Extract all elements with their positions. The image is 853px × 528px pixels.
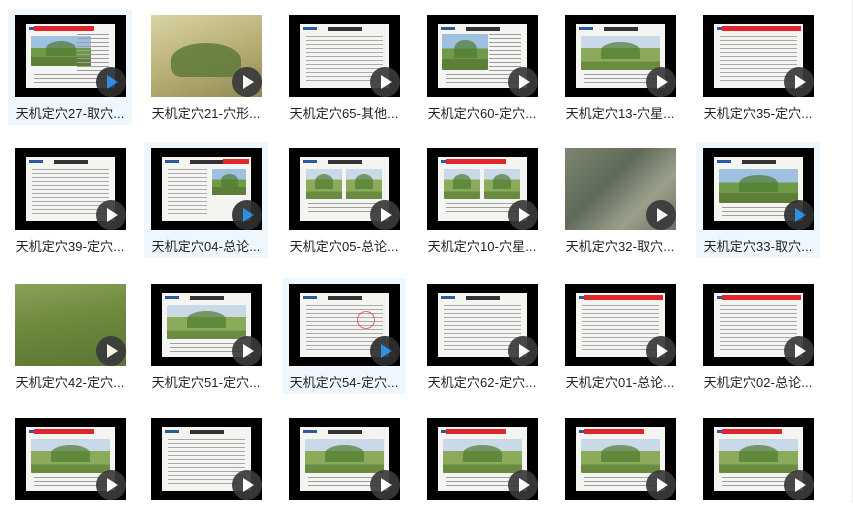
- play-icon[interactable]: [508, 470, 538, 500]
- video-thumbnail[interactable]: [289, 148, 400, 230]
- video-file-tile[interactable]: 天机定穴04-总论...: [144, 142, 268, 258]
- play-icon[interactable]: [646, 67, 676, 97]
- file-name-label: 天机定穴02-总论...: [703, 375, 813, 390]
- video-thumbnail[interactable]: [151, 418, 262, 500]
- video-file-tile[interactable]: 天机定穴32-取穴...: [558, 142, 682, 258]
- file-name-label: 天机定穴01-总论...: [565, 375, 675, 390]
- file-name-label: [698, 506, 818, 524]
- video-file-tile[interactable]: 天机定穴35-定穴...: [696, 9, 820, 125]
- file-name-label: 天机定穴62-定穴...: [427, 375, 537, 390]
- play-icon[interactable]: [232, 470, 262, 500]
- file-name-label: [560, 506, 680, 524]
- file-name-label: 天机定穴27-取穴...: [15, 106, 125, 121]
- video-file-tile[interactable]: 天机定穴39-定穴...: [8, 142, 132, 258]
- file-name-label: 天机定穴54-定穴...: [289, 375, 399, 390]
- video-file-tile[interactable]: 天机定穴21-穴形...: [144, 9, 268, 125]
- play-icon[interactable]: [646, 336, 676, 366]
- file-name-label: 天机定穴21-穴形...: [151, 106, 261, 121]
- file-name-label: [422, 506, 542, 524]
- video-thumbnail[interactable]: [151, 15, 262, 97]
- video-file-tile[interactable]: [420, 412, 544, 528]
- play-icon[interactable]: [96, 67, 126, 97]
- file-name-label: 天机定穴42-定穴...: [15, 375, 125, 390]
- video-file-tile[interactable]: [696, 412, 820, 528]
- video-file-tile[interactable]: 天机定穴51-定穴...: [144, 278, 268, 394]
- video-thumbnail[interactable]: [703, 418, 814, 500]
- video-file-tile[interactable]: 天机定穴01-总论...: [558, 278, 682, 394]
- file-name-label: 天机定穴32-取穴...: [565, 239, 675, 254]
- video-thumbnail[interactable]: [703, 15, 814, 97]
- video-thumbnail[interactable]: [703, 148, 814, 230]
- file-name-label: 天机定穴05-总论...: [289, 239, 399, 254]
- play-icon[interactable]: [232, 336, 262, 366]
- video-thumbnail[interactable]: [565, 15, 676, 97]
- video-thumbnail[interactable]: [427, 15, 538, 97]
- play-icon[interactable]: [646, 200, 676, 230]
- video-file-tile[interactable]: 天机定穴60-定穴...: [420, 9, 544, 125]
- video-file-tile[interactable]: 天机定穴02-总论...: [696, 278, 820, 394]
- video-thumbnail[interactable]: [703, 284, 814, 366]
- play-icon[interactable]: [232, 67, 262, 97]
- file-name-label: [10, 506, 130, 524]
- video-file-tile[interactable]: [8, 412, 132, 528]
- play-icon[interactable]: [96, 200, 126, 230]
- play-icon[interactable]: [370, 200, 400, 230]
- video-thumbnail[interactable]: [15, 148, 126, 230]
- video-thumbnail[interactable]: [289, 15, 400, 97]
- video-thumbnail[interactable]: [289, 284, 400, 366]
- video-thumbnail[interactable]: [427, 418, 538, 500]
- file-name-label: 天机定穴10-穴星...: [427, 239, 537, 254]
- play-icon[interactable]: [784, 200, 814, 230]
- file-name-label: 天机定穴51-定穴...: [151, 375, 261, 390]
- play-icon[interactable]: [784, 67, 814, 97]
- video-file-tile[interactable]: [144, 412, 268, 528]
- video-file-tile[interactable]: 天机定穴33-取穴...: [696, 142, 820, 258]
- file-name-label: 天机定穴65-其他...: [289, 106, 399, 121]
- video-file-tile[interactable]: [558, 412, 682, 528]
- play-icon[interactable]: [646, 470, 676, 500]
- video-thumbnail[interactable]: [427, 148, 538, 230]
- play-icon[interactable]: [232, 200, 262, 230]
- play-icon[interactable]: [508, 200, 538, 230]
- video-file-tile[interactable]: 天机定穴13-穴星...: [558, 9, 682, 125]
- file-name-label: 天机定穴39-定穴...: [15, 239, 125, 254]
- video-thumbnail[interactable]: [151, 148, 262, 230]
- video-thumbnail[interactable]: [565, 418, 676, 500]
- play-icon[interactable]: [508, 336, 538, 366]
- file-name-label: 天机定穴35-定穴...: [703, 106, 813, 121]
- file-name-label: [284, 506, 404, 524]
- video-file-tile[interactable]: 天机定穴65-其他...: [282, 9, 406, 125]
- play-icon[interactable]: [508, 67, 538, 97]
- video-file-tile[interactable]: [282, 412, 406, 528]
- video-thumbnail[interactable]: [15, 418, 126, 500]
- play-icon[interactable]: [96, 470, 126, 500]
- play-icon[interactable]: [370, 336, 400, 366]
- video-thumbnail[interactable]: [289, 418, 400, 500]
- video-thumbnail[interactable]: [15, 15, 126, 97]
- video-file-tile[interactable]: 天机定穴27-取穴...: [8, 9, 132, 125]
- video-thumbnail[interactable]: [15, 284, 126, 366]
- video-thumbnail[interactable]: [427, 284, 538, 366]
- play-icon[interactable]: [370, 470, 400, 500]
- video-thumbnail[interactable]: [565, 148, 676, 230]
- play-icon[interactable]: [784, 470, 814, 500]
- video-thumbnail[interactable]: [565, 284, 676, 366]
- video-file-tile[interactable]: 天机定穴10-穴星...: [420, 142, 544, 258]
- file-name-label: 天机定穴33-取穴...: [703, 239, 813, 254]
- video-file-tile[interactable]: 天机定穴54-定穴...: [282, 278, 406, 394]
- video-thumbnail[interactable]: [151, 284, 262, 366]
- play-icon[interactable]: [370, 67, 400, 97]
- file-name-label: 天机定穴13-穴星...: [565, 106, 675, 121]
- play-icon[interactable]: [784, 336, 814, 366]
- file-grid: 天机定穴27-取穴... 天机定穴21-穴形... 天机定穴65-其他... 天机定穴…: [0, 0, 853, 503]
- play-icon[interactable]: [96, 336, 126, 366]
- video-file-tile[interactable]: 天机定穴05-总论...: [282, 142, 406, 258]
- file-name-label: 天机定穴04-总论...: [151, 239, 261, 254]
- file-name-label: 天机定穴60-定穴...: [427, 106, 537, 121]
- file-name-label: [146, 506, 266, 524]
- video-file-tile[interactable]: 天机定穴42-定穴...: [8, 278, 132, 394]
- video-file-tile[interactable]: 天机定穴62-定穴...: [420, 278, 544, 394]
